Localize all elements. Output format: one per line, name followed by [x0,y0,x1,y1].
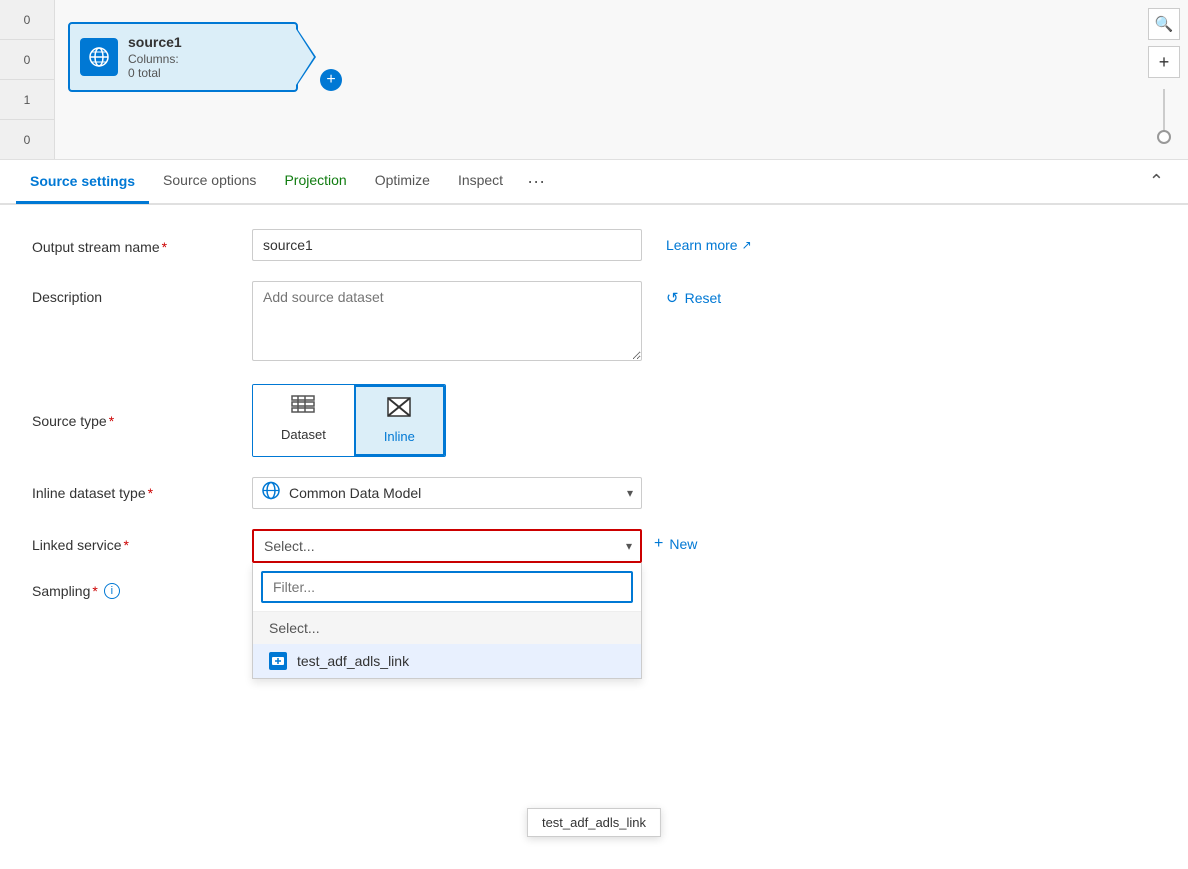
inline-button[interactable]: Inline [354,385,445,456]
node-info: source1 Columns: 0 total [128,34,182,80]
linked-service-placeholder: Select... [264,538,608,554]
node-title: source1 [128,34,182,50]
dataset-icon [291,395,315,421]
chevron-down-icon: ▾ [627,486,633,500]
search-button[interactable]: 🔍 [1148,8,1180,40]
required-star: * [162,239,167,255]
tab-inspect[interactable]: Inspect [444,160,517,203]
linked-service-dropdown-panel: Select... test_adf_adls_link [252,563,642,679]
inline-icon [387,397,411,423]
inline-dataset-type-text: Common Data Model [289,485,609,501]
dataset-button[interactable]: Dataset [253,385,354,456]
tabs-more-button[interactable]: ··· [517,163,555,200]
new-linked-service-area: + New [654,529,697,553]
linked-service-dropdown-trigger[interactable]: Select... ▾ [252,529,642,563]
linked-service-row: Linked service* Select... ▾ Select... [32,529,1156,563]
sampling-label: Sampling* i [32,583,252,599]
source-type-control: Dataset Inline [252,384,446,457]
description-row: Description ↺ Reset [32,281,1156,364]
node-icon-bg [80,38,118,76]
description-control [252,281,642,364]
learn-more-link[interactable]: Learn more ↗ [666,237,752,253]
required-star-sampling: * [92,583,97,599]
zoom-in-button[interactable]: + [1148,46,1180,78]
tab-source-options[interactable]: Source options [149,160,270,203]
info-icon[interactable]: i [104,583,120,599]
zoom-control [1148,84,1180,144]
adls-link-label: test_adf_adls_link [297,653,409,669]
zoom-handle[interactable] [1157,130,1171,144]
required-star-inline: * [148,485,153,501]
add-node-button[interactable]: + [320,69,342,91]
node-subtitle: Columns: 0 total [128,52,182,80]
axis-label-1: 0 [0,40,54,80]
output-stream-name-label: Output stream name* [32,235,252,255]
reset-icon: ↺ [666,289,679,307]
source-type-row: Source type* Dataset [32,384,1156,457]
dropdown-option-test-link[interactable]: test_adf_adls_link [253,644,641,678]
dropdown-option-default[interactable]: Select... [253,612,641,644]
inline-dataset-type-control: Common Data Model ▾ [252,477,642,509]
linked-chevron-down-icon: ▾ [626,539,632,553]
inline-dataset-type-row: Inline dataset type* Common Data Model ▾ [32,477,1156,509]
output-stream-name-row: Output stream name* Learn more ↗ [32,229,1156,261]
inline-dataset-type-label: Inline dataset type* [32,485,252,501]
required-star-linked: * [124,537,129,553]
adls-link-icon [269,652,287,670]
dropdown-filter-input[interactable] [261,571,633,603]
content-area: Output stream name* Learn more ↗ Descrip… [0,205,1188,864]
output-stream-name-control [252,229,642,261]
dropdown-filter-area [253,563,641,612]
new-linked-service-button[interactable]: + New [654,535,697,553]
axis-label-0: 0 [0,0,54,40]
tooltip: test_adf_adls_link [527,808,661,837]
source-node[interactable]: source1 Columns: 0 total [68,22,298,92]
tab-optimize[interactable]: Optimize [361,160,444,203]
linked-service-control: Select... ▾ Select... test_adf_adls_l [252,529,642,563]
cdm-icon-left [261,481,281,506]
output-stream-name-input[interactable] [252,229,642,261]
axis-label-3: 0 [0,120,54,159]
tab-source-settings[interactable]: Source settings [16,161,149,204]
tab-projection[interactable]: Projection [270,160,360,203]
learn-more-actions: Learn more ↗ [666,237,752,253]
collapse-panel-button[interactable]: ⌃ [1141,163,1172,200]
inline-dataset-type-dropdown[interactable]: Common Data Model ▾ [252,477,642,509]
reset-button[interactable]: ↺ Reset [666,289,721,307]
external-link-icon: ↗ [742,238,752,252]
required-star-source: * [109,413,114,429]
source-type-label: Source type* [32,413,252,429]
reset-actions: ↺ Reset [666,281,721,307]
linked-service-label: Linked service* [32,529,252,553]
tabs-container: Source settings Source options Projectio… [0,160,1188,205]
axis-label-2: 1 [0,80,54,120]
description-label: Description [32,281,252,305]
plus-icon: + [654,535,663,553]
description-textarea[interactable] [252,281,642,361]
